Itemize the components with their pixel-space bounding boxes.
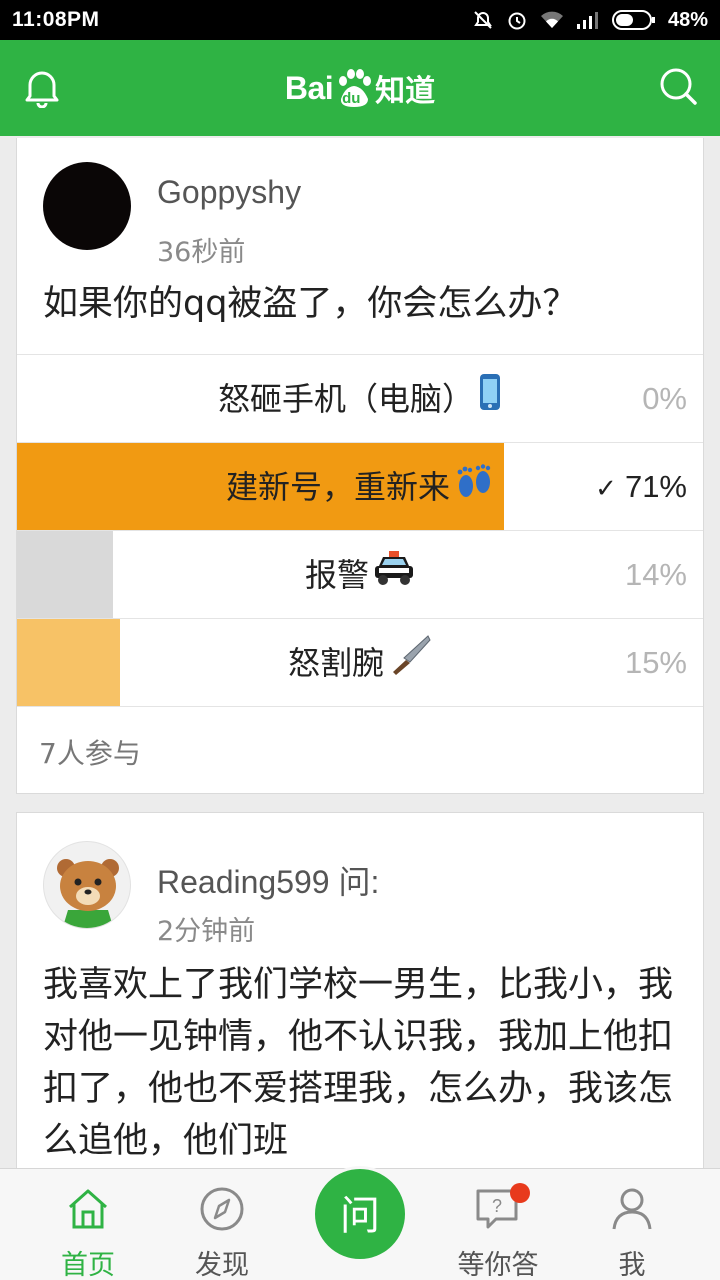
bell-icon[interactable] (22, 66, 62, 108)
timestamp: 2分钟前 (157, 916, 256, 947)
poll-option-percent: 71% (624, 469, 687, 504)
poll-option-selected[interactable]: 建新号，重新来 ✓ 71% (17, 443, 703, 531)
poll-option-label-row: 报警 (17, 531, 703, 619)
status-time: 11:08PM (12, 8, 100, 31)
wifi-icon (540, 11, 563, 28)
person-icon (612, 1188, 652, 1230)
signal-icon (576, 12, 598, 29)
avatar[interactable] (43, 841, 131, 929)
logo-zhidao-text: 知道 (375, 74, 436, 109)
police-car-emoji-icon (373, 533, 415, 621)
nav-waiting-answers[interactable]: ? 等你答 (438, 1169, 558, 1280)
bear-avatar-icon (57, 859, 119, 928)
timestamp: 36秒前 (157, 237, 246, 268)
nav-home[interactable]: 首页 (28, 1169, 148, 1280)
app-header: Bai du 知道 (0, 40, 720, 136)
battery-percent: 48% (667, 8, 708, 31)
logo-du-text: du (342, 90, 361, 107)
poll-option-label-row: 怒砸手机（电脑） (17, 355, 703, 443)
home-icon (69, 1189, 107, 1229)
footprints-emoji-icon (454, 445, 494, 533)
check-icon: ✓ (595, 473, 617, 503)
poll-option-label: 建新号，重新来 (225, 468, 450, 506)
phone-emoji-icon (478, 357, 502, 445)
bell-muted-icon (474, 11, 492, 29)
nav-discover[interactable]: 发现 (162, 1169, 282, 1280)
nav-me-label: 我 (618, 1250, 646, 1280)
participants-count: 7人参与 (39, 737, 141, 770)
baidu-zhidao-logo: Bai du 知道 (285, 66, 435, 110)
search-icon[interactable] (658, 66, 698, 106)
logo-bai-text: Bai (284, 69, 334, 106)
poll-option[interactable]: 怒割腕 15% (17, 619, 703, 707)
username[interactable]: Reading599 问: (157, 857, 379, 903)
poll-option-label-row: 怒割腕 (17, 619, 703, 707)
paw-logo-icon: du (335, 67, 373, 109)
status-icons: 48% (472, 9, 708, 32)
poll-option-label: 怒割腕 (287, 644, 384, 682)
avatar[interactable] (43, 162, 131, 250)
battery-icon (611, 10, 655, 30)
question-text[interactable]: 我喜欢上了我们学校一男生，比我小，我对他一见钟情，他不认识我，我加上他扣扣了，他… (43, 959, 689, 1167)
poll-option[interactable]: 怒砸手机（电脑） 0% (17, 355, 703, 443)
poll-option-label: 报警 (304, 556, 369, 594)
knife-emoji-icon (388, 621, 432, 709)
poll-option-percent: 14% (624, 557, 687, 592)
poll-card[interactable]: Goppyshy 36秒前 如果你的qq被盗了，你会怎么办？ 怒砸手机（电脑） … (16, 138, 704, 794)
question-text[interactable]: 如果你的qq被盗了，你会怎么办？ (43, 278, 689, 330)
username[interactable]: Goppyshy (157, 174, 301, 211)
ask-button[interactable]: 问 (312, 1166, 408, 1262)
poll-option-percent: 0% (642, 381, 687, 416)
poll-option-label: 怒砸手机（电脑） (217, 380, 474, 418)
poll-option[interactable]: 报警 14% (17, 531, 703, 619)
nav-home-label: 首页 (61, 1250, 115, 1280)
nav-discover-label: 发现 (195, 1250, 249, 1280)
poll-option-percent-row: ✓ 71% (595, 443, 687, 531)
svg-text:?: ? (492, 1196, 502, 1216)
status-bar: 11:08PM 48% (0, 0, 720, 40)
alarm-icon (508, 12, 526, 30)
poll-options: 怒砸手机（电脑） 0% 建新号，重新来 ✓ 71% 报警 14% 怒割腕 15% (17, 354, 703, 707)
poll-option-percent: 15% (624, 645, 687, 680)
notification-dot (510, 1183, 530, 1203)
nav-me[interactable]: 我 (572, 1169, 692, 1280)
compass-icon (200, 1187, 244, 1231)
nav-waiting-label: 等你答 (457, 1250, 539, 1280)
